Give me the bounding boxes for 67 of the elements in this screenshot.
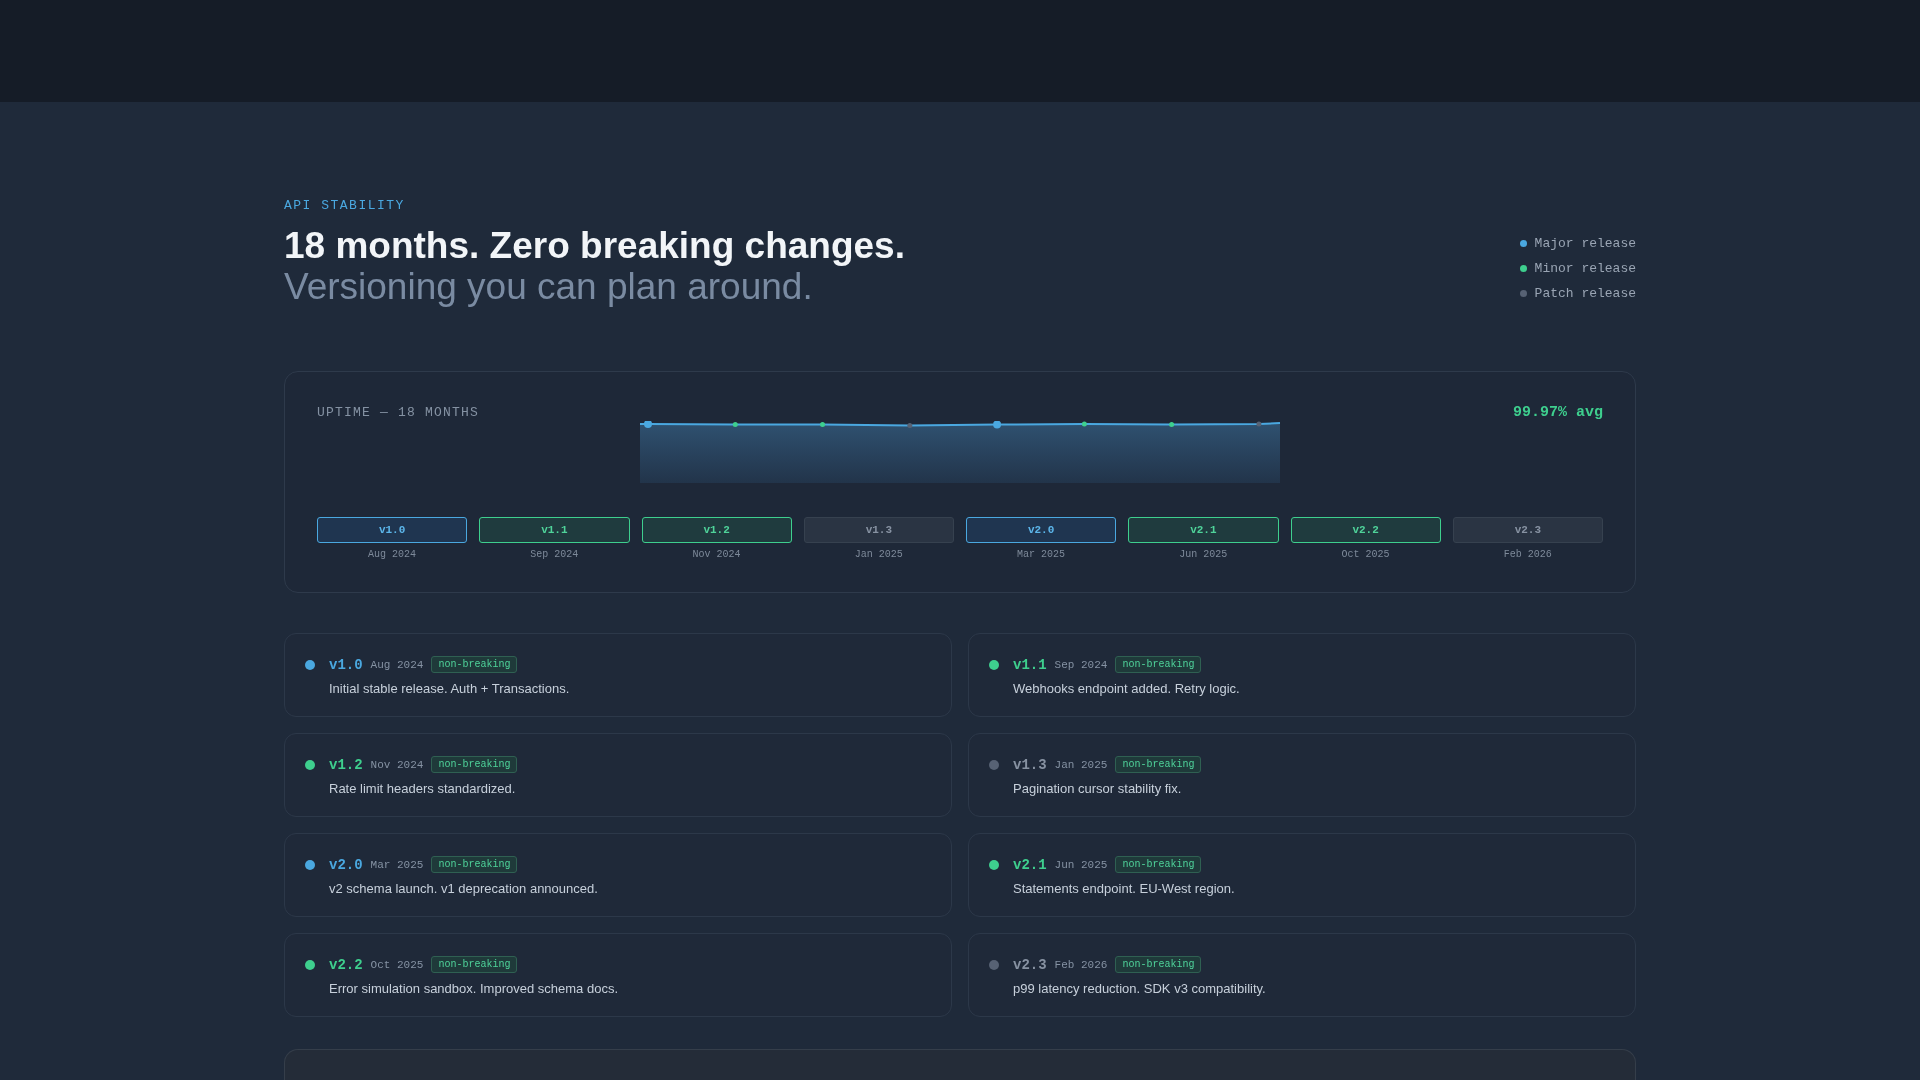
version-tag: v2.0	[966, 517, 1117, 543]
release-version: v1.1	[1013, 656, 1047, 673]
release-dot	[305, 660, 315, 670]
release-date: Nov 2024	[370, 758, 424, 771]
legend-dot	[1519, 265, 1527, 272]
status-badge: non-breaking	[1115, 956, 1202, 973]
legend-dot	[1519, 240, 1527, 247]
release-date: Jan 2025	[1054, 758, 1108, 771]
release-date: Mar 2025	[370, 858, 424, 871]
release-version: v2.1	[1013, 856, 1047, 873]
version-date: Feb 2026	[1502, 549, 1553, 560]
version-tag: v2.2	[1290, 517, 1441, 543]
version-tag: v1.1	[479, 517, 630, 543]
version-tag: v1.0	[317, 517, 468, 543]
release-dot	[989, 960, 999, 970]
release-version: v1.0	[329, 656, 363, 673]
release-note: Statements endpoint. EU-West region.	[1013, 881, 1235, 896]
status-badge: non-breaking	[431, 656, 518, 673]
release-version: v1.2	[329, 756, 363, 773]
uptime-average: 99.97% avg	[1513, 404, 1603, 421]
release-version: v2.0	[329, 856, 363, 873]
version-date: Oct 2025	[1340, 549, 1391, 560]
release-note: Error simulation sandbox. Improved schema docs.	[329, 981, 618, 996]
release-version: v2.3	[1013, 956, 1047, 973]
version-tag: v1.2	[641, 517, 792, 543]
version-date: Nov 2024	[691, 549, 742, 560]
version-tag: v2.3	[1452, 517, 1603, 543]
release-note: Webhooks endpoint added. Retry logic.	[1013, 681, 1240, 696]
release-dot	[305, 860, 315, 870]
headline: 18 months. Zero breaking changes.	[284, 225, 905, 267]
version-tag: v1.3	[803, 517, 954, 543]
release-dot	[305, 760, 315, 770]
version-date: Aug 2024	[367, 549, 418, 560]
status-badge: non-breaking	[1115, 756, 1202, 773]
subheadline: Versioning you can plan around.	[284, 267, 814, 307]
release-date: Aug 2024	[370, 658, 424, 671]
status-badge: non-breaking	[431, 956, 518, 973]
release-note: Rate limit headers standardized.	[329, 781, 517, 796]
status-badge: non-breaking	[431, 756, 518, 773]
version-date: Sep 2024	[529, 549, 580, 560]
release-dot	[989, 760, 999, 770]
release-dot	[989, 860, 999, 870]
release-dot	[989, 660, 999, 670]
version-date: Mar 2025	[1016, 549, 1067, 560]
legend-label: Major release	[1534, 236, 1636, 251]
uptime-title: UPTIME — 18 MONTHS	[317, 405, 480, 420]
release-date: Feb 2026	[1054, 958, 1108, 971]
legend-dot	[1519, 290, 1527, 297]
release-dot	[305, 960, 315, 970]
version-date: Jan 2025	[853, 549, 904, 560]
status-badge: non-breaking	[431, 856, 518, 873]
release-note: p99 latency reduction. SDK v3 compatibility.	[1013, 981, 1266, 996]
release-note: Initial stable release. Auth + Transactions.	[329, 681, 570, 696]
release-date: Sep 2024	[1054, 658, 1108, 671]
legend-label: Minor release	[1534, 261, 1636, 276]
release-date: Jun 2025	[1054, 858, 1108, 871]
section-eyebrow: API STABILITY	[284, 198, 406, 213]
version-tag: v2.1	[1128, 517, 1279, 543]
release-note: v2 schema launch. v1 deprecation announced.	[329, 881, 598, 896]
release-version: v1.3	[1013, 756, 1047, 773]
legend-label: Patch release	[1534, 286, 1636, 301]
status-badge: non-breaking	[1115, 656, 1202, 673]
status-badge: non-breaking	[1115, 856, 1202, 873]
release-date: Oct 2025	[370, 958, 424, 971]
release-version: v2.2	[329, 956, 363, 973]
release-note: Pagination cursor stability fix.	[1013, 781, 1183, 796]
version-date: Jun 2025	[1178, 549, 1229, 560]
